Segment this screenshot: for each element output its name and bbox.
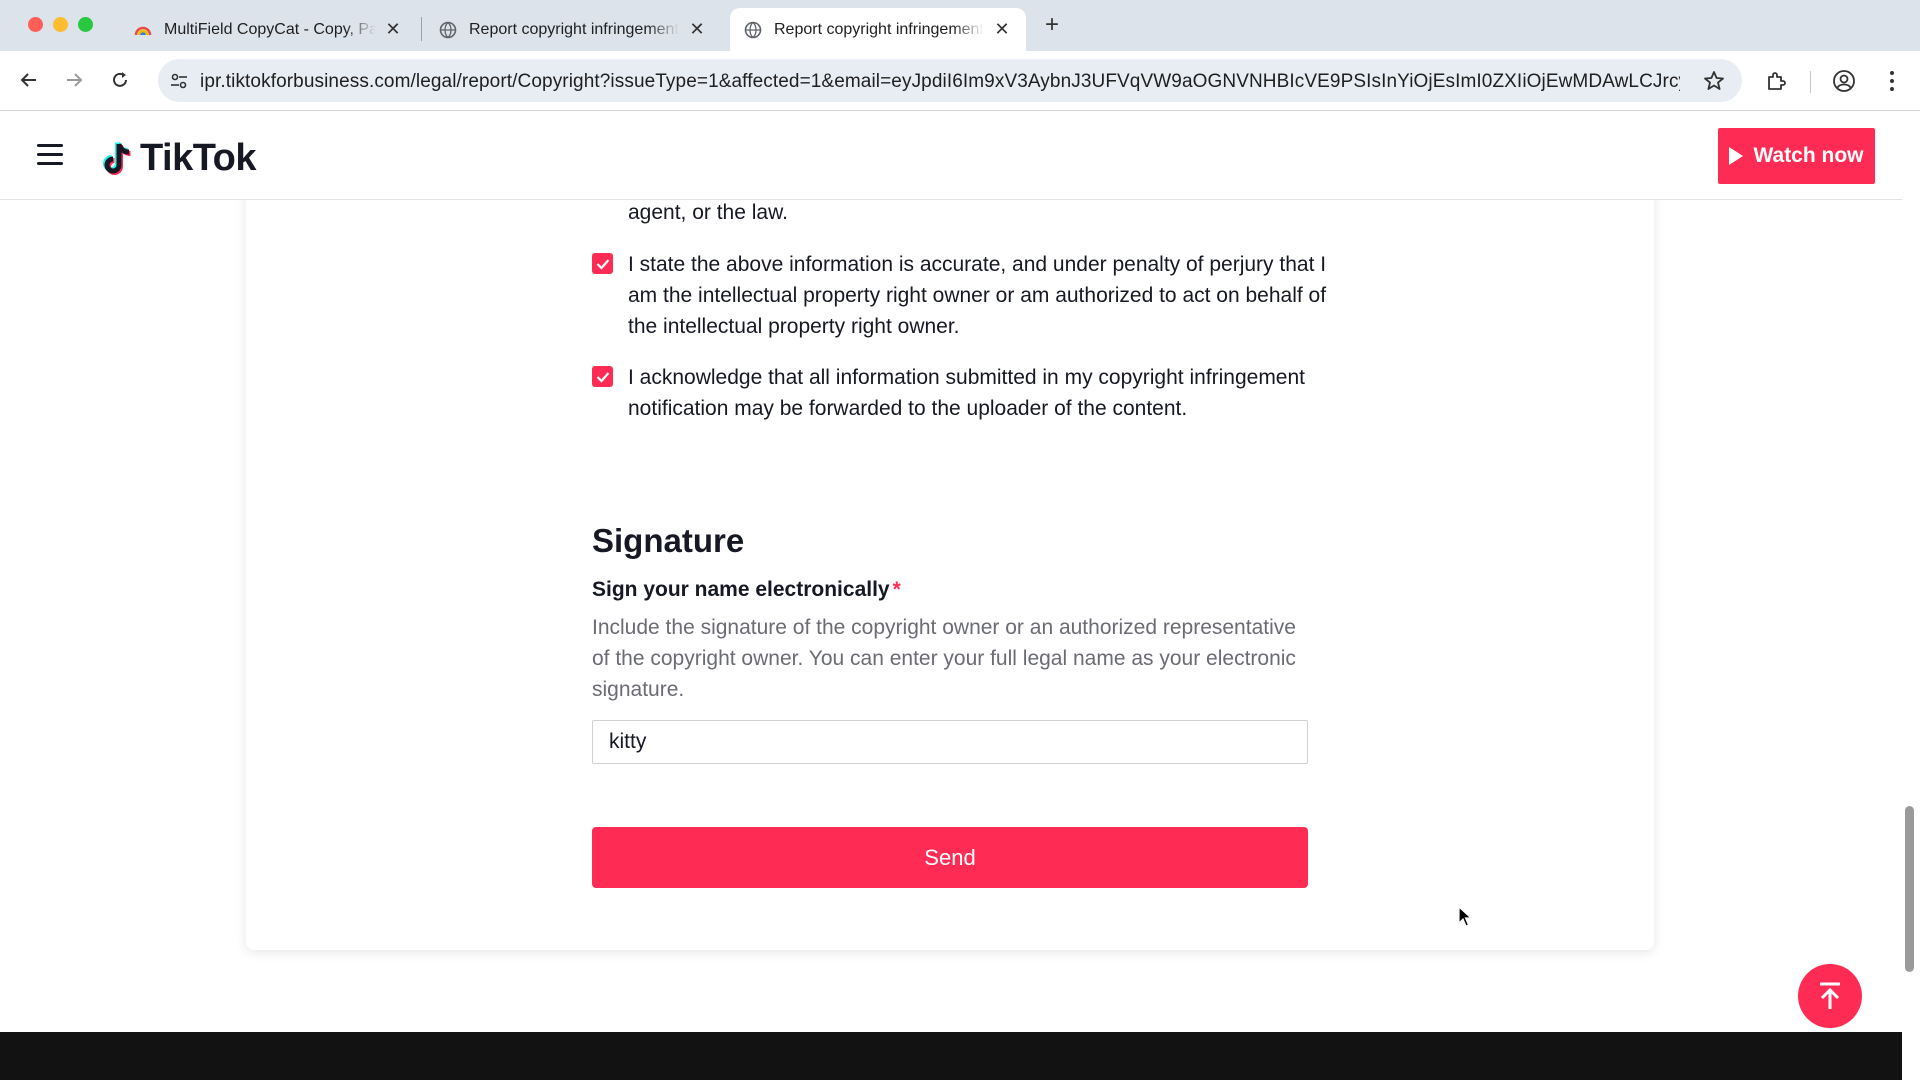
window-close-button[interactable] [28,17,43,32]
address-bar[interactable]: ipr.tiktokforbusiness.com/legal/report/C… [158,59,1742,102]
check-icon [596,371,609,383]
watch-now-button[interactable]: Watch now [1718,128,1875,184]
tab-close-icon[interactable]: ✕ [384,19,402,40]
url-text[interactable]: ipr.tiktokforbusiness.com/legal/report/C… [200,71,1680,93]
tab-title: MultiField CopyCat - Copy, Paste [164,20,376,38]
forward-arrow-icon [67,73,83,87]
accuracy-checkbox[interactable] [592,253,613,274]
tab-close-icon[interactable]: ✕ [992,19,1012,40]
globe-icon [744,21,762,38]
site-settings-icon[interactable] [168,70,190,92]
toolbar-divider [1810,71,1811,93]
profile-icon [1833,70,1855,92]
tab-close-icon[interactable]: ✕ [687,19,707,40]
extensions-button[interactable] [1762,67,1790,95]
browser-tab-report-active[interactable]: Report copyright infringement ✕ [730,8,1026,51]
bookmark-star-icon[interactable] [1702,69,1726,93]
rainbow-favicon-icon [134,26,152,35]
browser-toolbar: ipr.tiktokforbusiness.com/legal/report/C… [0,51,1920,111]
site-header: TikTok Watch now [0,111,1902,200]
acknowledge-checkbox-row[interactable]: I acknowledge that all information submi… [592,362,1312,458]
window-minimize-button[interactable] [53,17,68,32]
extensions-icon [1768,72,1786,90]
more-menu-icon [1890,71,1894,91]
signature-description: Include the signature of the copyright o… [592,616,1296,701]
new-tab-button[interactable]: + [1040,12,1064,38]
globe-icon [439,21,457,38]
reload-button[interactable] [105,65,135,95]
tab-title: Report copyright infringement [469,20,679,38]
browser-menu-button[interactable] [1878,67,1906,95]
acknowledge-checkbox-label: I acknowledge that all information submi… [628,366,1306,420]
hamburger-icon[interactable] [37,144,63,166]
accuracy-checkbox-row[interactable]: I state the above information is accurat… [592,249,1326,345]
tiktok-logo-icon [103,141,131,175]
send-button[interactable]: Send [592,827,1308,888]
watch-now-label: Watch now [1753,144,1864,167]
browser-tab-report-1[interactable]: Report copyright infringement ✕ [425,8,721,51]
accuracy-checkbox-label: I state the above information is accurat… [628,253,1327,338]
signature-heading: Signature [592,522,745,559]
window-maximize-button[interactable] [78,17,93,32]
required-asterisk: * [892,578,901,601]
browser-tab-strip: MultiField CopyCat - Copy, Paste ✕ Repor… [0,0,1920,51]
signature-label-text: Sign your name electronically [592,578,890,601]
profile-button[interactable] [1830,67,1858,95]
tab-separator [421,17,422,41]
page-scrollbar[interactable] [1905,806,1914,972]
mouse-cursor-icon [1458,906,1472,927]
back-button[interactable] [14,65,44,95]
logo-text: TikTok [140,137,256,179]
tiktok-logo[interactable]: TikTok [100,137,256,180]
back-arrow-icon [20,73,36,87]
continued-statement-text: agent, or the law. [628,201,788,224]
check-icon [596,258,609,270]
signature-input[interactable] [592,720,1308,764]
forward-button[interactable] [59,65,89,95]
play-icon [1729,147,1744,165]
reload-icon [113,72,127,87]
signature-field-label: Sign your name electronically * [592,578,901,602]
scroll-top-icon [1820,982,1840,1009]
acknowledge-checkbox[interactable] [592,366,613,387]
page-footer [0,1032,1902,1080]
tab-title: Report copyright infringement [774,20,984,38]
scroll-to-top-button[interactable] [1798,964,1862,1028]
browser-tab-multifield[interactable]: MultiField CopyCat - Copy, Paste ✕ [120,8,416,51]
